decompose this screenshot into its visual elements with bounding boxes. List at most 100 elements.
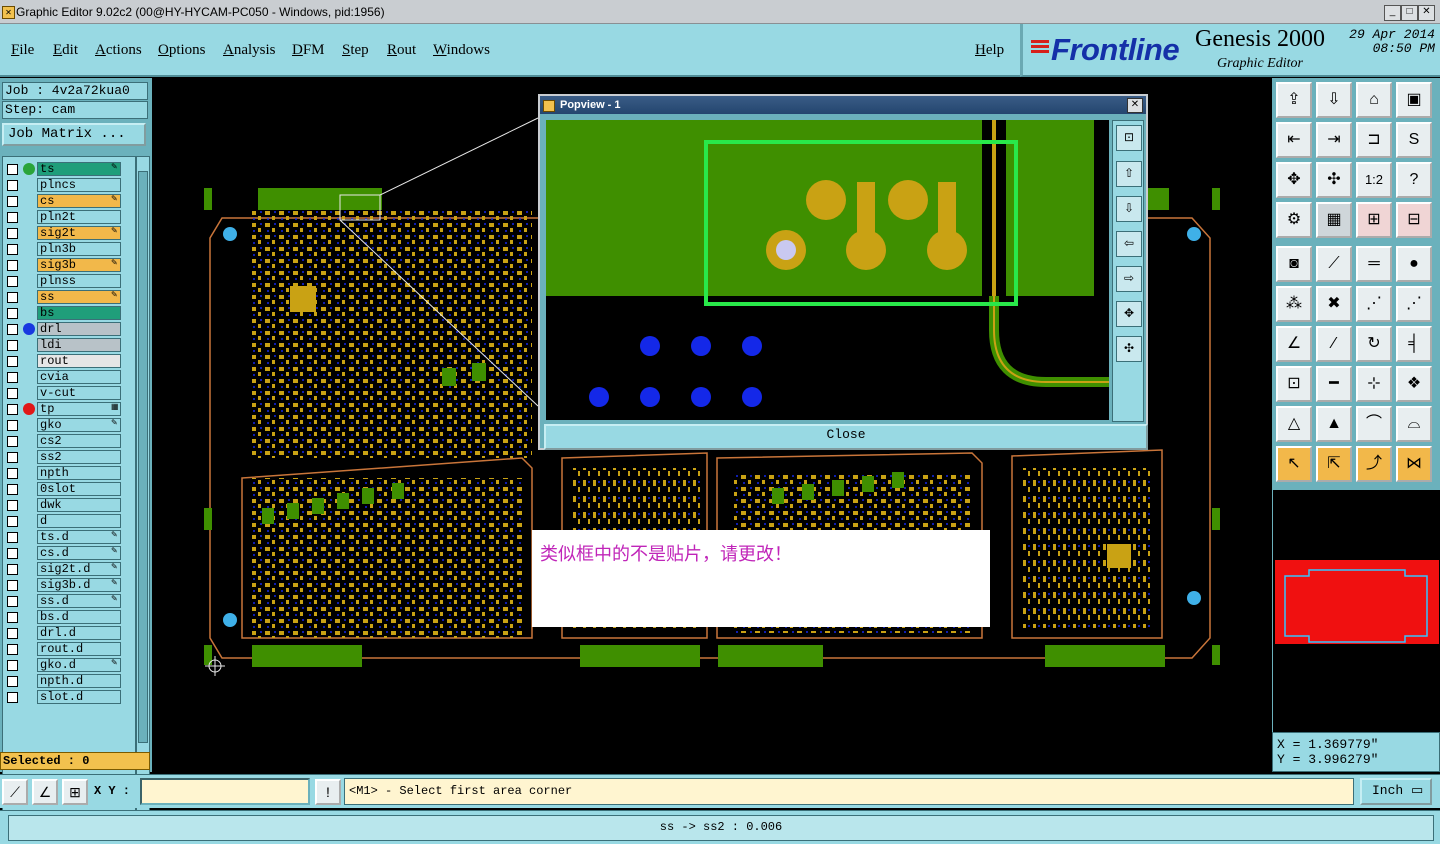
zoom-fit-icon[interactable]: ✥ — [1116, 301, 1142, 327]
layer-name[interactable]: sig3b.d — [37, 578, 121, 592]
snap-mode-icon[interactable]: ⟋ — [2, 779, 28, 805]
layer-name[interactable]: drl.d — [37, 626, 121, 640]
point-to-point-icon[interactable]: ⋰ — [1356, 286, 1392, 322]
slash-icon[interactable]: ⁄ — [1316, 326, 1352, 362]
layer-name[interactable]: v-cut — [37, 386, 121, 400]
arch-multi-icon[interactable]: ⌓ — [1396, 406, 1432, 442]
menu-rout[interactable]: Rout — [387, 42, 416, 59]
pan-down-icon[interactable]: ⇩ — [1116, 196, 1142, 222]
move-up-icon[interactable]: ⇪ — [1276, 82, 1312, 118]
layer-name[interactable]: sig2t — [37, 226, 121, 240]
grid-icon[interactable]: ▦ — [1316, 202, 1352, 238]
triangle-icon[interactable]: △ — [1276, 406, 1312, 442]
horizontal-line-icon[interactable]: ━ — [1316, 366, 1352, 402]
layer-name[interactable]: gko.d — [37, 658, 121, 672]
layer-row[interactable]: drl.d — [3, 625, 135, 641]
pan-left-icon[interactable]: ⇦ — [1116, 231, 1142, 257]
layer-name[interactable]: ts.d — [37, 530, 121, 544]
grid-mode-icon[interactable]: ⊞ — [62, 779, 88, 805]
layer-name[interactable]: plncs — [37, 178, 121, 192]
layer-checkbox[interactable] — [7, 196, 18, 207]
layer-row[interactable]: rout — [3, 353, 135, 369]
layer-checkbox[interactable] — [7, 516, 18, 527]
popview-window[interactable]: Popview - 1 ✕ ⊡ ⇧ ⇩ ⇦ ⇨ ✥ ✣ Close — [538, 94, 1148, 450]
move-down-icon[interactable]: ⇩ — [1316, 82, 1352, 118]
layer-name[interactable]: sig2t.d — [37, 562, 121, 576]
popview-close-icon[interactable]: ✕ — [1127, 98, 1143, 113]
layer-name[interactable]: ts — [37, 162, 121, 176]
units-dropdown[interactable]: Inch ▭ — [1360, 778, 1432, 805]
layer-name[interactable]: ss — [37, 290, 121, 304]
layer-checkbox[interactable] — [7, 676, 18, 687]
measure-icon[interactable]: ⊞ — [1356, 202, 1392, 238]
layer-list-scrollbar[interactable] — [136, 156, 150, 824]
layer-row[interactable]: pln3b — [3, 241, 135, 257]
layer-name[interactable]: npth — [37, 466, 121, 480]
home-icon[interactable]: ⌂ — [1356, 82, 1392, 118]
layer-row[interactable]: sig2t.d ✎ — [3, 561, 135, 577]
pan-right-icon[interactable]: ⇥ — [1316, 122, 1352, 158]
triangle-up-icon[interactable]: ▲ — [1316, 406, 1352, 442]
ruler-icon[interactable]: ═ — [1356, 246, 1392, 282]
layer-name[interactable]: rout.d — [37, 642, 121, 656]
layer-name[interactable]: rout — [37, 354, 121, 368]
layer-name[interactable]: cs — [37, 194, 121, 208]
menu-help[interactable]: Help — [975, 42, 1004, 59]
pan-up-icon[interactable]: ⇧ — [1116, 161, 1142, 187]
layer-row[interactable]: cs ✎ — [3, 193, 135, 209]
layer-row[interactable]: cvia — [3, 369, 135, 385]
pointer-rotate-icon[interactable]: ⤴ — [1356, 446, 1392, 482]
help-icon[interactable]: ? — [1396, 162, 1432, 198]
layer-checkbox[interactable] — [7, 308, 18, 319]
layer-row[interactable]: tp ▦ — [3, 401, 135, 417]
layer-name[interactable]: slot.d — [37, 690, 121, 704]
alert-icon[interactable]: ! — [315, 779, 341, 805]
layer-name[interactable]: pln2t — [37, 210, 121, 224]
layer-row[interactable]: v-cut — [3, 385, 135, 401]
zoom-home-icon[interactable]: ✣ — [1116, 336, 1142, 362]
layer-row[interactable]: drl — [3, 321, 135, 337]
zoom-1-to-2-icon[interactable]: 1:2 — [1356, 162, 1392, 198]
overview-map[interactable] — [1272, 490, 1440, 732]
layer-name[interactable]: cs.d — [37, 546, 121, 560]
settings-icon[interactable]: ⚙ — [1276, 202, 1312, 238]
layer-checkbox[interactable] — [7, 548, 18, 559]
layer-row[interactable]: cs2 — [3, 433, 135, 449]
layer-name[interactable]: sig3b — [37, 258, 121, 272]
layer-checkbox[interactable] — [7, 628, 18, 639]
menu-analysis[interactable]: Analysis — [223, 42, 276, 59]
layer-checkbox[interactable] — [7, 692, 18, 703]
pointer-snap-icon[interactable]: ⋈ — [1396, 446, 1432, 482]
menu-dfm[interactable]: DFM — [292, 42, 325, 59]
layer-checkbox[interactable] — [7, 324, 18, 335]
layer-name[interactable]: dwk — [37, 498, 121, 512]
layer-name[interactable]: bs.d — [37, 610, 121, 624]
angle-icon[interactable]: ∠ — [1276, 326, 1312, 362]
angle-mode-icon[interactable]: ∠ — [32, 779, 58, 805]
job-matrix-button[interactable]: Job Matrix ... — [2, 123, 146, 146]
layer-name[interactable]: cs2 — [37, 434, 121, 448]
layer-row[interactable]: d — [3, 513, 135, 529]
layer-name[interactable]: tp — [37, 402, 121, 416]
layer-name[interactable]: 0slot — [37, 482, 121, 496]
scrollbar-thumb[interactable] — [138, 171, 148, 743]
layer-row[interactable]: rout.d — [3, 641, 135, 657]
xy-input[interactable] — [140, 778, 310, 805]
layer-checkbox[interactable] — [7, 228, 18, 239]
snap-icon[interactable]: ⊟ — [1396, 202, 1432, 238]
connect-icon[interactable]: ⁂ — [1276, 286, 1312, 322]
menu-file[interactable]: File — [11, 42, 34, 59]
layer-name[interactable]: bs — [37, 306, 121, 320]
layer-name[interactable]: plnss — [37, 274, 121, 288]
layer-checkbox[interactable] — [7, 372, 18, 383]
layer-checkbox[interactable] — [7, 276, 18, 287]
layer-row[interactable]: sig3b.d ✎ — [3, 577, 135, 593]
layer-checkbox[interactable] — [7, 580, 18, 591]
layer-name[interactable]: gko — [37, 418, 121, 432]
minimize-button[interactable]: _ — [1384, 5, 1401, 21]
layer-row[interactable]: ts.d ✎ — [3, 529, 135, 545]
layer-checkbox[interactable] — [7, 404, 18, 415]
zoom-icon[interactable]: ⊡ — [1116, 125, 1142, 151]
redraw-icon[interactable]: S — [1396, 122, 1432, 158]
close-window-button[interactable]: ✕ — [1418, 5, 1435, 21]
